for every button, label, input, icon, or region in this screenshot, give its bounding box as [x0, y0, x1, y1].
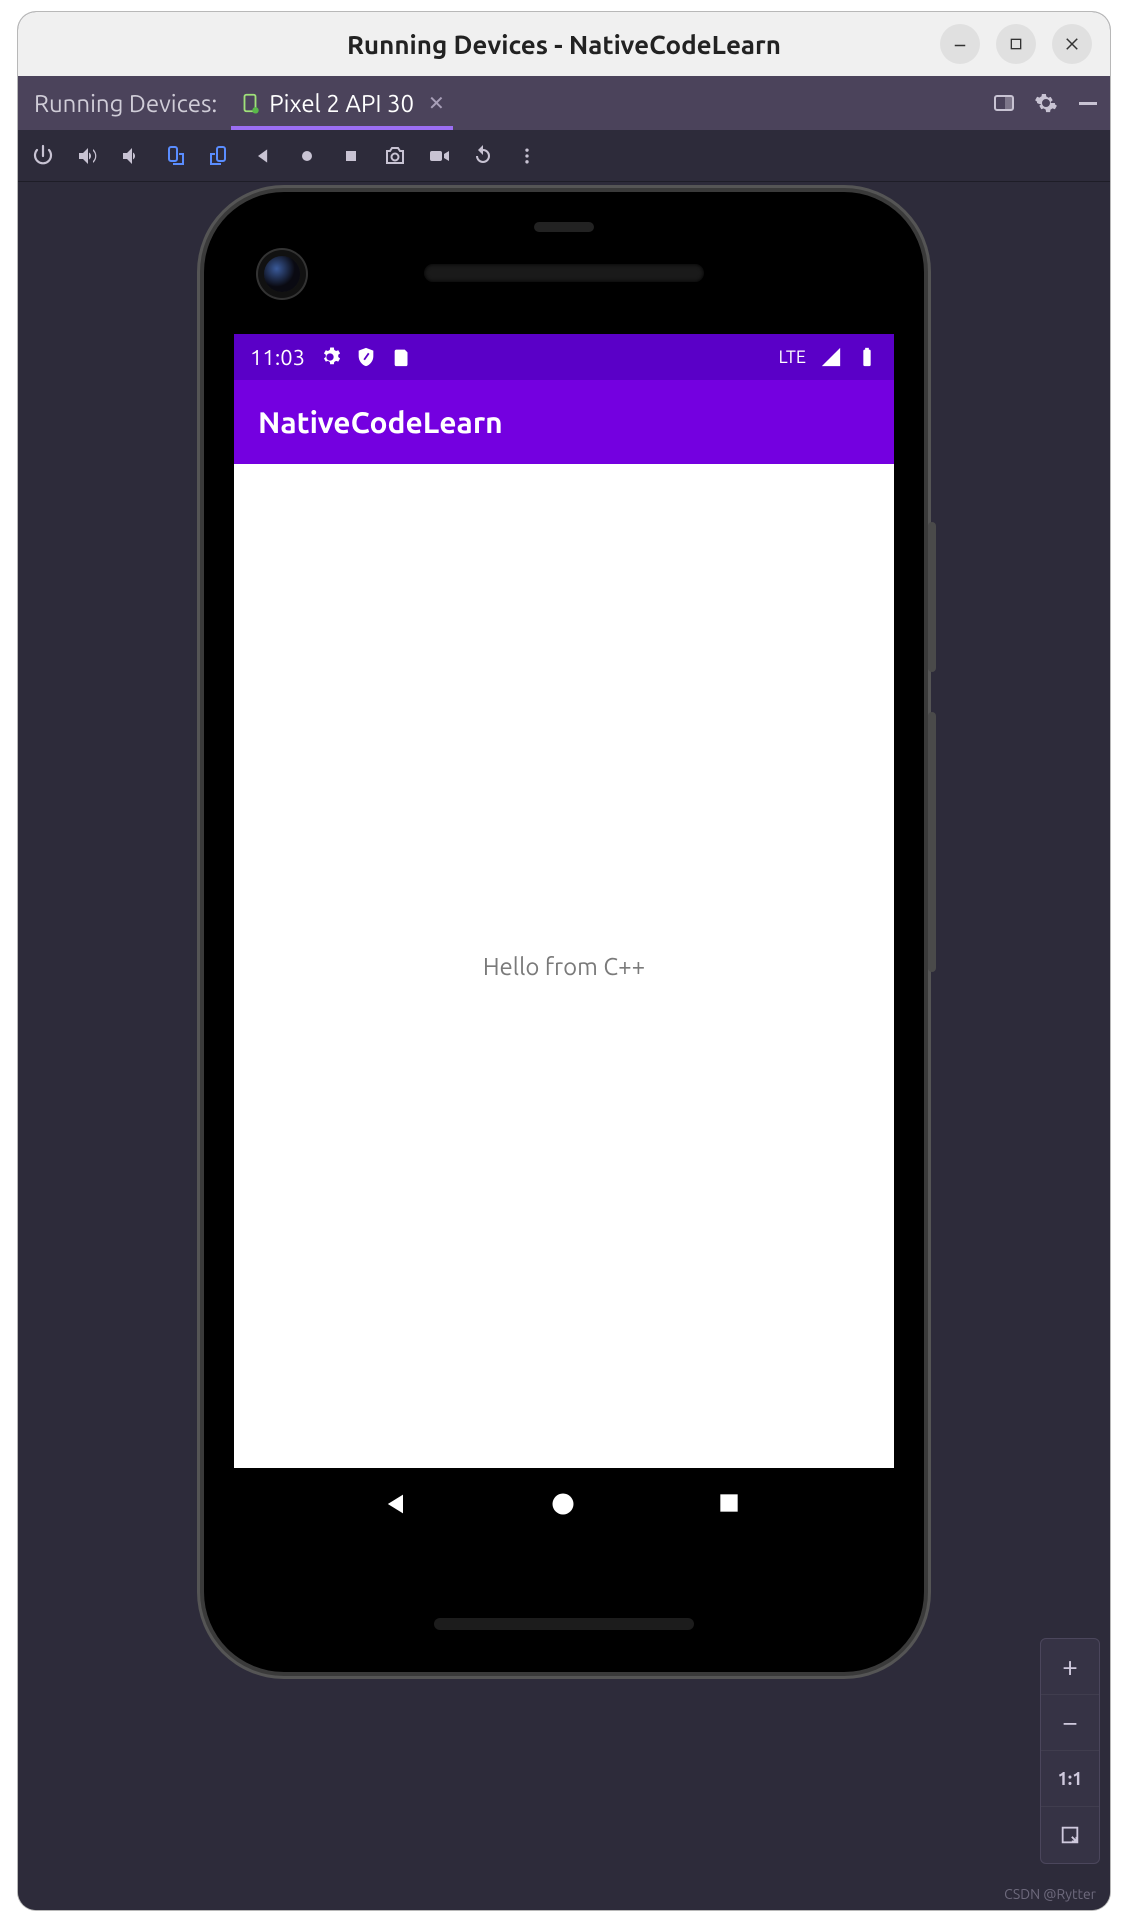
rotate-left-icon[interactable]: [160, 141, 190, 171]
content-text: Hello from C++: [483, 953, 645, 980]
zoom-out-button[interactable]: −: [1041, 1695, 1099, 1751]
status-time: 11:03: [250, 345, 305, 370]
hide-panel-icon[interactable]: [1076, 91, 1100, 115]
overview-nav-icon[interactable]: [336, 141, 366, 171]
titlebar: Running Devices - NativeCodeLearn: [18, 12, 1110, 76]
emulator-toolbar: [18, 130, 1110, 182]
device-icon: [239, 92, 261, 114]
device-chin: [434, 1618, 694, 1630]
gear-icon[interactable]: [1034, 91, 1058, 115]
shield-icon: [355, 346, 377, 368]
running-devices-label: Running Devices:: [30, 90, 227, 117]
minimize-button[interactable]: [940, 24, 980, 64]
rotate-right-icon[interactable]: [204, 141, 234, 171]
window-title: Running Devices - NativeCodeLearn: [347, 30, 781, 59]
zoom-fit-button[interactable]: [1041, 1807, 1099, 1863]
device-frame: 11:03 LTE NativeCodeLearn Hello from C++: [204, 192, 924, 1672]
watermark: CSDN @Rytter: [1004, 1886, 1096, 1902]
device-tab-label: Pixel 2 API 30: [269, 90, 414, 117]
zoom-in-button[interactable]: +: [1041, 1639, 1099, 1695]
volume-up-icon[interactable]: [72, 141, 102, 171]
volume-down-icon[interactable]: [116, 141, 146, 171]
android-navbar: [234, 1468, 894, 1542]
status-network: LTE: [779, 347, 807, 367]
maximize-button[interactable]: [996, 24, 1036, 64]
home-nav-icon[interactable]: [292, 141, 322, 171]
device-camera: [264, 256, 300, 292]
emulator-viewport: 11:03 LTE NativeCodeLearn Hello from C++: [18, 182, 1110, 1910]
titlebar-buttons: [940, 24, 1092, 64]
more-icon[interactable]: [512, 141, 542, 171]
device-sensor: [534, 222, 594, 232]
back-nav-icon[interactable]: [248, 141, 278, 171]
power-icon[interactable]: [28, 141, 58, 171]
device-screen[interactable]: 11:03 LTE NativeCodeLearn Hello from C++: [234, 334, 894, 1542]
sd-card-icon: [391, 346, 413, 368]
tab-close-icon[interactable]: ✕: [428, 91, 445, 115]
nav-home-icon[interactable]: [549, 1490, 579, 1520]
window: Running Devices - NativeCodeLearn Runnin…: [18, 12, 1110, 1910]
window-mode-icon[interactable]: [992, 91, 1016, 115]
gear-icon: [319, 346, 341, 368]
record-icon[interactable]: [424, 141, 454, 171]
battery-icon: [856, 346, 878, 368]
nav-back-icon[interactable]: [382, 1490, 412, 1520]
signal-icon: [820, 346, 842, 368]
device-side-button: [928, 712, 936, 972]
close-button[interactable]: [1052, 24, 1092, 64]
nav-overview-icon[interactable]: [716, 1490, 746, 1520]
zoom-ratio-button[interactable]: 1:1: [1041, 1751, 1099, 1807]
screenshot-icon[interactable]: [380, 141, 410, 171]
device-tab[interactable]: Pixel 2 API 30 ✕: [227, 76, 457, 130]
app-content: Hello from C++: [234, 464, 894, 1468]
tab-strip: Running Devices: Pixel 2 API 30 ✕: [18, 76, 1110, 130]
device-earpiece: [424, 264, 704, 282]
app-bar: NativeCodeLearn: [234, 380, 894, 464]
reset-icon[interactable]: [468, 141, 498, 171]
device-side-button: [928, 522, 936, 672]
zoom-panel: + − 1:1: [1040, 1638, 1100, 1864]
app-title: NativeCodeLearn: [258, 405, 503, 439]
android-statusbar: 11:03 LTE: [234, 334, 894, 380]
